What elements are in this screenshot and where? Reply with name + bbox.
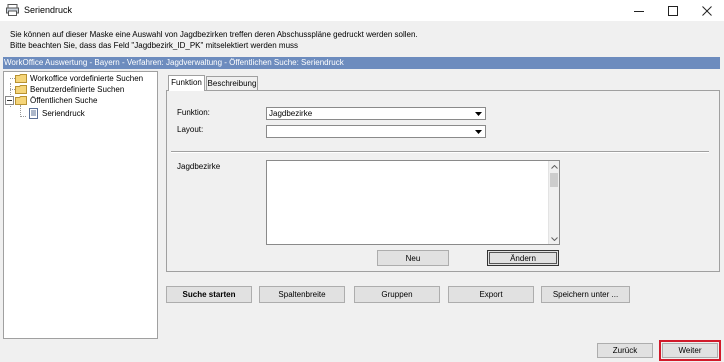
funktion-label: Funktion: [177,108,210,117]
folder-icon [15,85,27,94]
tree-item-oeffentlichen-suche[interactable]: Öffentlichen Suche [5,95,97,106]
document-icon [28,108,39,119]
vertical-scrollbar[interactable] [548,161,559,244]
maximize-button[interactable] [656,0,690,22]
chevron-down-icon[interactable] [472,126,485,137]
title-bar: Seriendruck [0,0,724,22]
info-text: Sie können auf dieser Maske eine Auswahl… [10,29,710,51]
tree-view[interactable]: Workoffice vordefinierte Suchen Benutzer… [3,71,158,339]
scroll-down-icon[interactable] [549,233,560,244]
folder-icon [15,74,27,83]
jagdbezirke-list[interactable] [266,160,560,245]
chevron-down-icon[interactable] [472,108,485,119]
minimize-button[interactable] [622,0,656,22]
funktion-select-value: Jagdbezirke [269,109,313,118]
close-button[interactable] [690,0,724,22]
tree-item-label: Seriendruck [42,109,85,118]
folder-open-icon [15,96,27,105]
tree-item-workoffice-vordefinierte-suchen[interactable]: Workoffice vordefinierte Suchen [15,73,143,84]
minimize-icon [634,11,644,12]
funktion-select[interactable]: Jagdbezirke [266,107,486,120]
jagdbezirke-list-label: Jagdbezirke [177,162,221,171]
maximize-icon [668,6,678,16]
tab-panel-funktion: Funktion: Jagdbezirke Layout: Jagdbezirk… [166,90,720,272]
tree-item-benutzerdefinierte-suchen[interactable]: Benutzerdefinierte Suchen [15,84,124,95]
tab-funktion[interactable]: Funktion [168,75,205,91]
speichern-unter-button[interactable]: Speichern unter ... [541,286,630,303]
divider [171,151,709,153]
tree-item-label: Workoffice vordefinierte Suchen [30,74,144,83]
tab-beschreibung[interactable]: Beschreibung [206,76,258,91]
scroll-thumb[interactable] [550,173,558,187]
close-icon [702,6,712,16]
tree-item-seriendruck[interactable]: Seriendruck [28,108,85,119]
aendern-button[interactable]: Ändern [487,250,559,266]
info-line-2: Bitte beachten Sie, dass das Feld "Jagdb… [10,41,299,50]
path-bar: WorkOffice Auswertung - Bayern - Verfahr… [3,57,720,69]
suche-starten-button[interactable]: Suche starten [166,286,252,303]
tree-connector [20,116,26,117]
collapse-toggle-icon[interactable] [5,96,14,105]
tree-item-label: Benutzerdefinierte Suchen [30,85,125,94]
neu-button[interactable]: Neu [377,250,449,266]
tree-item-label: Öffentlichen Suche [30,96,98,105]
gruppen-button[interactable]: Gruppen [354,286,440,303]
app-icon [6,4,19,16]
spaltenbreite-button[interactable]: Spaltenbreite [259,286,345,303]
layout-select[interactable] [266,125,486,138]
highlight-frame [659,340,721,361]
layout-label: Layout: [177,125,204,134]
info-line-1: Sie können auf dieser Maske eine Auswahl… [10,30,418,39]
zurueck-button[interactable]: Zurück [597,343,653,358]
scroll-up-icon[interactable] [549,161,560,172]
window-title: Seriendruck [24,5,73,15]
export-button[interactable]: Export [448,286,534,303]
